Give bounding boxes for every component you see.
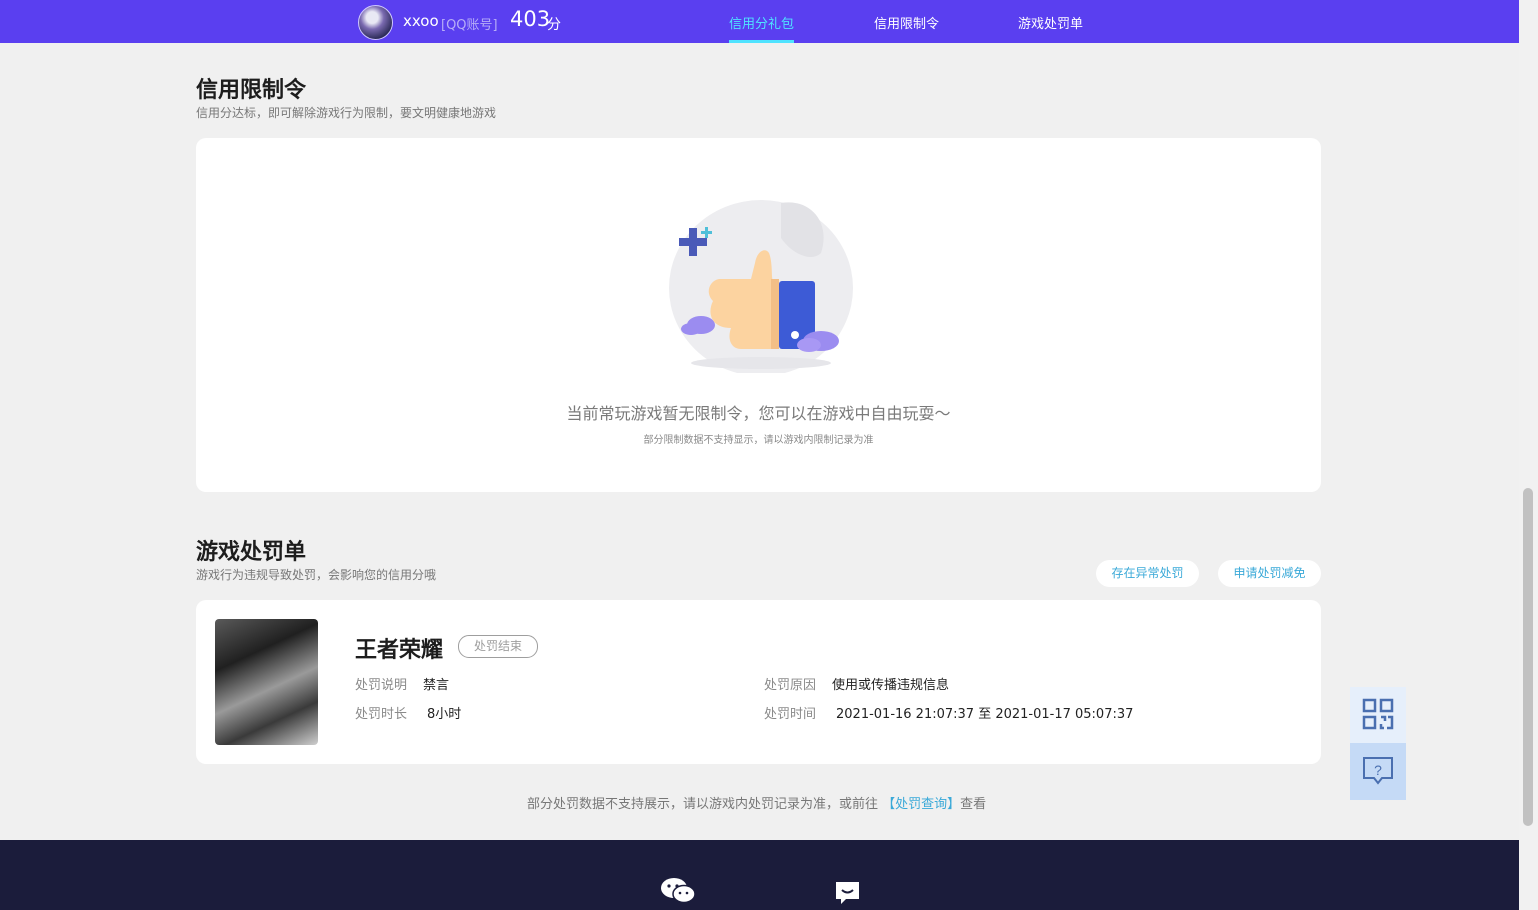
active-tab-underline <box>729 40 794 43</box>
game-hero-image <box>215 619 318 745</box>
restriction-title: 信用限制令 <box>196 78 307 103</box>
empty-state-message: 当前常玩游戏暂无限制令，您可以在游戏中自由玩耍～ <box>566 404 951 423</box>
reason-value: 使用或传播违规信息 <box>832 678 950 693</box>
game-name: 王者荣耀 <box>355 638 444 663</box>
account-type: [QQ账号] <box>441 18 498 33</box>
empty-state-note: 部分限制数据不支持显示，请以游戏内限制记录为准 <box>643 435 874 446</box>
question-bubble-icon: ? <box>1363 757 1393 785</box>
credit-score: 403 <box>510 7 551 31</box>
apply-penalty-relief-button[interactable]: 申请处罚减免 <box>1218 560 1321 587</box>
penalty-footnote: 部分处罚数据不支持展示，请以游戏内处罚记录为准，或前往 【处罚查询】查看 <box>527 793 986 812</box>
time-label: 处罚时间 <box>764 707 817 722</box>
status-badge: 处罚结束 <box>458 635 538 658</box>
help-button[interactable]: ? <box>1350 743 1406 800</box>
credit-score-unit: 分 <box>547 17 561 33</box>
thumbs-up-illustration <box>669 200 853 373</box>
penalty-title: 游戏处罚单 <box>196 540 307 565</box>
top-bar: xxoo [QQ账号] 403 分 信用分礼包 信用限制令 游戏处罚单 <box>0 0 1519 43</box>
desc-value: 禁言 <box>423 678 450 693</box>
avatar[interactable] <box>358 5 393 40</box>
time-value: 2021-01-16 21:07:37 至 2021-01-17 05:07:3… <box>836 707 1134 722</box>
tab-credit-gift[interactable]: 信用分礼包 <box>729 13 794 32</box>
penalty-record-card: 王者荣耀 处罚结束 处罚说明 禁言 处罚原因 使用或传播违规信息 处罚时长 8小… <box>196 600 1321 764</box>
restriction-subtitle: 信用分达标，即可解除游戏行为限制，要文明健康地游戏 <box>196 106 497 120</box>
penalty-subtitle: 游戏行为违规导致处罚，会影响您的信用分哦 <box>196 568 437 582</box>
username: xxoo <box>403 12 439 30</box>
abnormal-penalty-button[interactable]: 存在异常处罚 <box>1096 560 1199 587</box>
tab-credit-restriction[interactable]: 信用限制令 <box>874 13 939 32</box>
tab-game-penalty[interactable]: 游戏处罚单 <box>1018 13 1083 32</box>
footer <box>0 840 1519 910</box>
svg-text:?: ? <box>1374 762 1382 778</box>
qr-code-button[interactable] <box>1350 687 1406 743</box>
footnote-text: 部分处罚数据不支持展示，请以游戏内处罚记录为准，或前往 <box>527 797 883 812</box>
chat-icon[interactable] <box>834 880 861 906</box>
qr-code-icon <box>1362 698 1394 730</box>
duration-label: 处罚时长 <box>355 707 408 722</box>
footnote-suffix: 查看 <box>960 797 987 812</box>
duration-value: 8小时 <box>427 707 462 722</box>
reason-label: 处罚原因 <box>764 678 817 693</box>
desc-label: 处罚说明 <box>355 678 408 693</box>
restriction-card: 当前常玩游戏暂无限制令，您可以在游戏中自由玩耍～ 部分限制数据不支持显示，请以游… <box>196 138 1321 492</box>
penalty-query-link[interactable]: 【处罚查询】 <box>882 797 960 812</box>
wechat-icon[interactable] <box>660 876 696 906</box>
scrollbar-thumb[interactable] <box>1523 488 1533 826</box>
